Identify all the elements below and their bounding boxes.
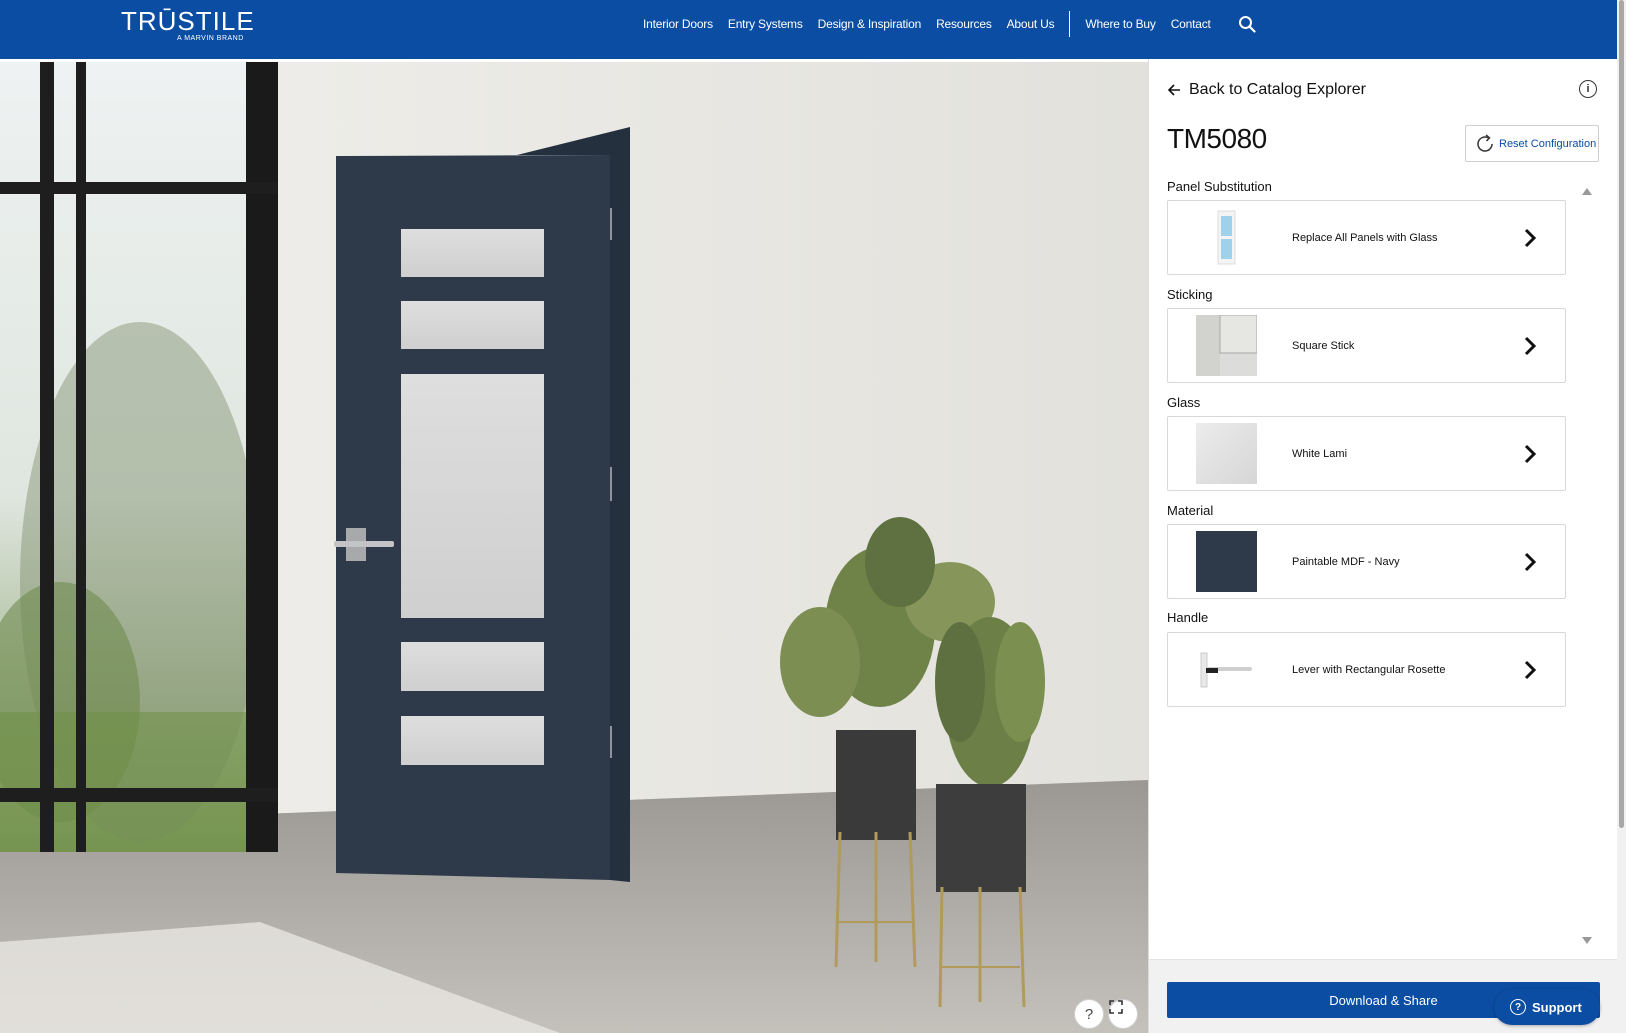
logo-text: TRŪSTILE: [121, 6, 255, 36]
option-label: White Lami: [1292, 447, 1348, 460]
reset-configuration-button[interactable]: Reset Configuration: [1465, 125, 1599, 162]
info-icon[interactable]: i: [1579, 80, 1597, 98]
chevron-right-icon: [1524, 228, 1537, 247]
panel-substitution-thumbnail: [1196, 207, 1257, 268]
scroll-up-arrow[interactable]: [1582, 188, 1592, 195]
chevron-right-icon: [1524, 660, 1537, 679]
nav-design-inspiration[interactable]: Design & Inspiration: [818, 17, 922, 31]
scrollbar-thumb[interactable]: [1619, 0, 1624, 828]
logo-subtext: A MARVIN BRAND: [177, 35, 244, 42]
option-panel-substitution[interactable]: Replace All Panels with Glass: [1167, 200, 1566, 275]
section-label-sticking: Sticking: [1167, 287, 1213, 302]
nav-entry-systems[interactable]: Entry Systems: [728, 17, 803, 31]
material-swatch: [1196, 531, 1257, 592]
reset-icon: [1477, 133, 1493, 152]
option-label: Paintable MDF - Navy: [1292, 555, 1400, 568]
back-label: Back to Catalog Explorer: [1189, 81, 1366, 98]
search-icon[interactable]: [1238, 15, 1256, 33]
support-label: Support: [1532, 999, 1582, 1015]
option-material[interactable]: Paintable MDF - Navy: [1167, 524, 1566, 599]
product-title: TM5080: [1167, 123, 1267, 154]
nav-interior-doors[interactable]: Interior Doors: [643, 17, 713, 31]
section-label-glass: Glass: [1167, 395, 1201, 410]
section-label-handle: Handle: [1167, 610, 1209, 625]
section-label-panel-substitution: Panel Substitution: [1167, 179, 1272, 194]
option-label: Lever with Rectangular Rosette: [1292, 663, 1446, 676]
main-nav: Interior Doors Entry Systems Design & In…: [643, 0, 1256, 48]
option-sticking[interactable]: Square Stick: [1167, 308, 1566, 383]
option-label: Replace All Panels with Glass: [1292, 231, 1438, 244]
sticking-thumbnail: [1196, 315, 1257, 376]
section-label-material: Material: [1167, 503, 1214, 518]
support-button[interactable]: ? Support: [1494, 989, 1600, 1025]
site-header: TRŪSTILE A MARVIN BRAND Interior Doors E…: [0, 0, 1617, 59]
option-handle[interactable]: Lever with Rectangular Rosette: [1167, 632, 1566, 707]
nav-resources[interactable]: Resources: [936, 17, 992, 31]
option-label: Square Stick: [1292, 339, 1355, 352]
chevron-right-icon: [1524, 336, 1537, 355]
page-scrollbar[interactable]: [1617, 0, 1626, 1033]
reset-label: Reset Configuration: [1499, 137, 1597, 150]
configuration-panel: Back to Catalog Explorer i TM5080 Reset …: [1148, 59, 1618, 1033]
option-glass[interactable]: White Lami: [1167, 416, 1566, 491]
nav-about-us[interactable]: About Us: [1007, 17, 1055, 31]
nav-contact[interactable]: Contact: [1171, 17, 1211, 31]
help-circle-icon: ?: [1510, 999, 1526, 1015]
nav-where-to-buy[interactable]: Where to Buy: [1085, 17, 1156, 31]
scroll-down-arrow[interactable]: [1582, 937, 1592, 944]
nav-divider: [1069, 11, 1071, 37]
chevron-right-icon: [1524, 444, 1537, 463]
room-scene-image: [0, 62, 1148, 1033]
chevron-right-icon: [1524, 552, 1537, 571]
help-button[interactable]: ?: [1074, 999, 1104, 1029]
trustile-logo[interactable]: TRŪSTILE A MARVIN BRAND: [121, 6, 255, 42]
fullscreen-button[interactable]: [1108, 999, 1138, 1029]
handle-thumbnail: [1196, 639, 1257, 700]
arrow-left-icon: [1167, 84, 1180, 96]
back-to-catalog-link[interactable]: Back to Catalog Explorer: [1167, 81, 1366, 99]
glass-thumbnail: [1196, 423, 1257, 484]
fullscreen-icon: [1109, 1000, 1123, 1014]
door-visualizer[interactable]: ?: [0, 62, 1148, 1033]
